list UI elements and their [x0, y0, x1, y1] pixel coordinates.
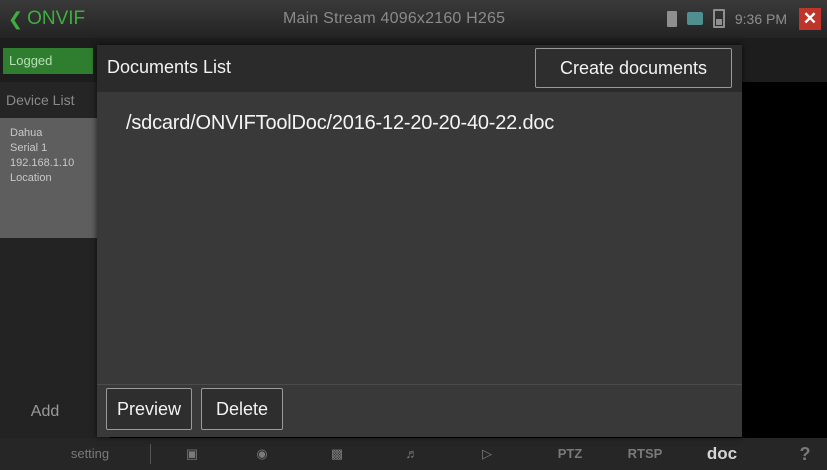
preview-button[interactable]: Preview — [106, 388, 192, 430]
dialog-footer: Preview Delete — [97, 384, 742, 438]
add-button[interactable]: Add — [10, 393, 80, 431]
device-location: Location — [10, 172, 52, 184]
tab-setting[interactable]: setting — [55, 438, 125, 470]
stream-title: Main Stream 4096x2160 H265 — [283, 10, 506, 27]
message-icon — [686, 12, 703, 25]
device-name: Dahua — [10, 127, 43, 139]
divider — [150, 444, 151, 464]
tab-rtsp[interactable]: RTSP — [625, 438, 665, 470]
close-icon[interactable]: ✕ — [799, 8, 821, 30]
document-list: /sdcard/ONVIFToolDoc/2016-12-20-20-40-22… — [97, 92, 742, 382]
top-bar: ❮ ONVIF Main Stream 4096x2160 H265 9:36 … — [0, 0, 827, 38]
help-button[interactable]: ? — [795, 438, 815, 470]
camera-icon[interactable]: ◉ — [250, 438, 274, 470]
device-list-header: Device List — [0, 82, 110, 118]
sd-card-icon — [666, 10, 677, 27]
device-serial: Serial 1 — [10, 142, 48, 154]
device-ip: 192.168.1.10 — [10, 157, 75, 169]
dialog-title: Documents List — [107, 57, 232, 77]
create-documents-button[interactable]: Create documents — [535, 48, 732, 88]
document-item[interactable]: /sdcard/ONVIFToolDoc/2016-12-20-20-40-22… — [126, 112, 554, 135]
tab-ptz[interactable]: PTZ — [550, 438, 590, 470]
app-title: ONVIF — [27, 8, 86, 29]
volume-icon[interactable]: ♬ — [400, 438, 424, 470]
status-area: 9:36 PM — [666, 9, 787, 28]
dialog-header: Documents List Create documents — [97, 45, 742, 92]
image-icon[interactable]: ▣ — [180, 438, 204, 470]
back-button[interactable]: ❮ ONVIF — [8, 8, 85, 30]
documents-dialog: Documents List Create documents /sdcard/… — [97, 45, 742, 437]
record-icon[interactable]: ▩ — [325, 438, 349, 470]
back-arrow-icon: ❮ — [8, 8, 24, 29]
bottom-toolbar: setting ▣ ◉ ▩ ♬ ▷ PTZ RTSP doc ? — [0, 438, 827, 470]
device-card[interactable]: Dahua Serial 1 192.168.1.10 Location — [0, 118, 110, 238]
play-icon[interactable]: ▷ — [475, 438, 499, 470]
clock-text: 9:36 PM — [734, 10, 787, 27]
delete-button[interactable]: Delete — [201, 388, 283, 430]
battery-icon — [712, 9, 725, 28]
tab-doc[interactable]: doc — [700, 438, 744, 470]
logged-badge: Logged — [3, 48, 93, 74]
